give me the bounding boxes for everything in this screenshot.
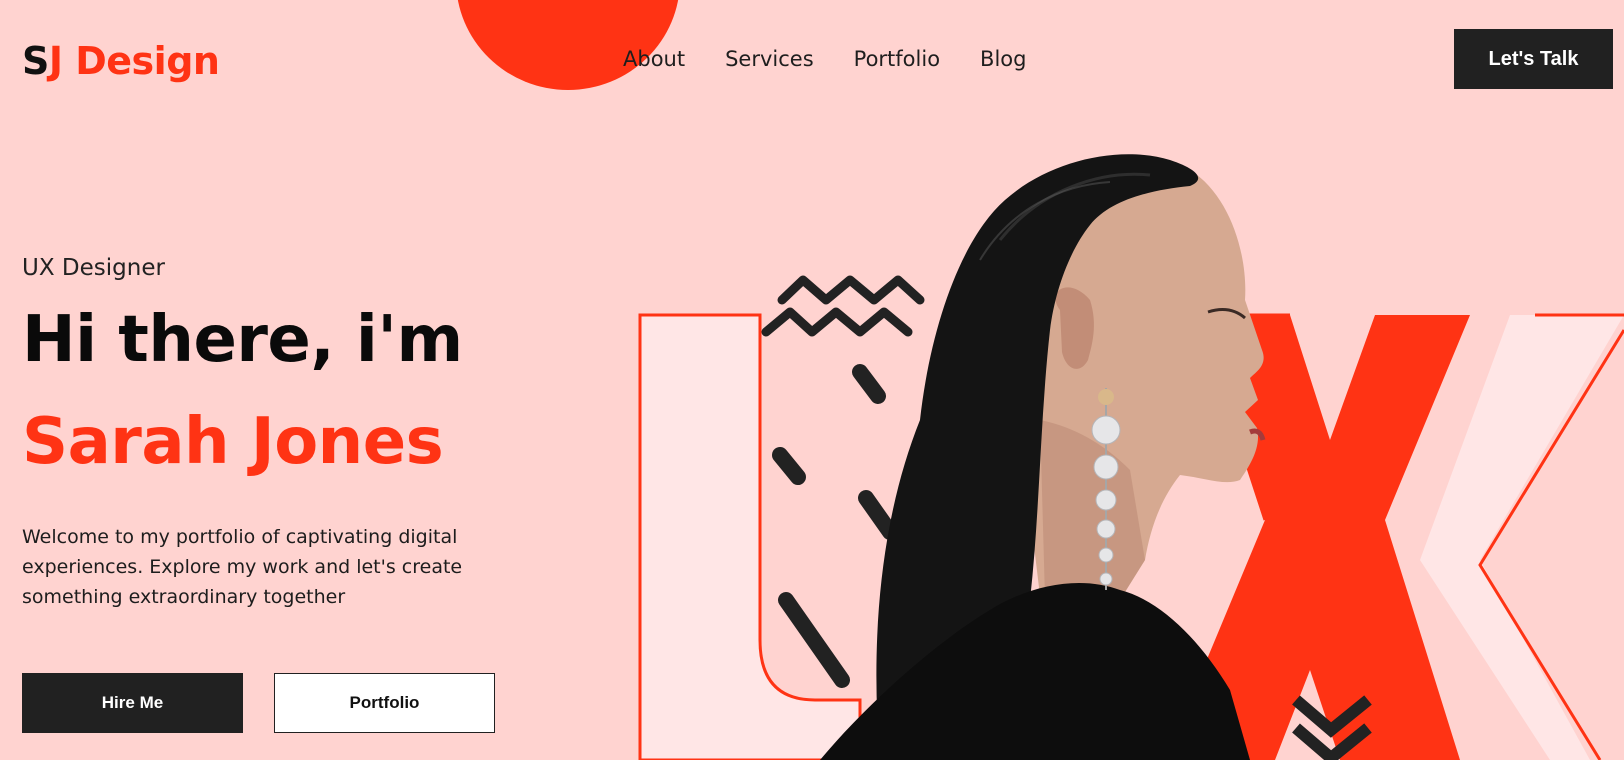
squiggle-decoration	[761, 275, 925, 337]
nav-link-portfolio[interactable]: Portfolio	[854, 42, 940, 76]
lets-talk-button[interactable]: Let's Talk	[1454, 29, 1613, 89]
woman-profile-portrait	[820, 154, 1266, 760]
hero-role: UX Designer	[22, 255, 165, 281]
portfolio-button[interactable]: Portfolio	[274, 673, 495, 733]
logo-text: J Design	[48, 39, 220, 83]
letter-u-shape	[638, 313, 862, 760]
nav-link-blog[interactable]: Blog	[980, 42, 1026, 76]
nav-link-services[interactable]: Services	[725, 42, 814, 76]
site-header: SJ Design About Services Portfolio Blog …	[0, 0, 1624, 110]
site-logo[interactable]: SJ Design	[22, 37, 220, 85]
hero-name: Sarah Jones	[22, 405, 444, 479]
hero-greeting: Hi there, i'm	[22, 303, 463, 377]
hero-section: UX Designer Hi there, i'm Sarah Jones We…	[22, 250, 532, 612]
main-nav: About Services Portfolio Blog	[623, 42, 1026, 76]
dash-decorations	[772, 364, 898, 688]
logo-initial: S	[22, 39, 49, 83]
hero-intro: Welcome to my portfolio of captivating d…	[22, 526, 463, 608]
hire-me-button[interactable]: Hire Me	[22, 673, 243, 733]
nav-link-about[interactable]: About	[623, 42, 685, 76]
